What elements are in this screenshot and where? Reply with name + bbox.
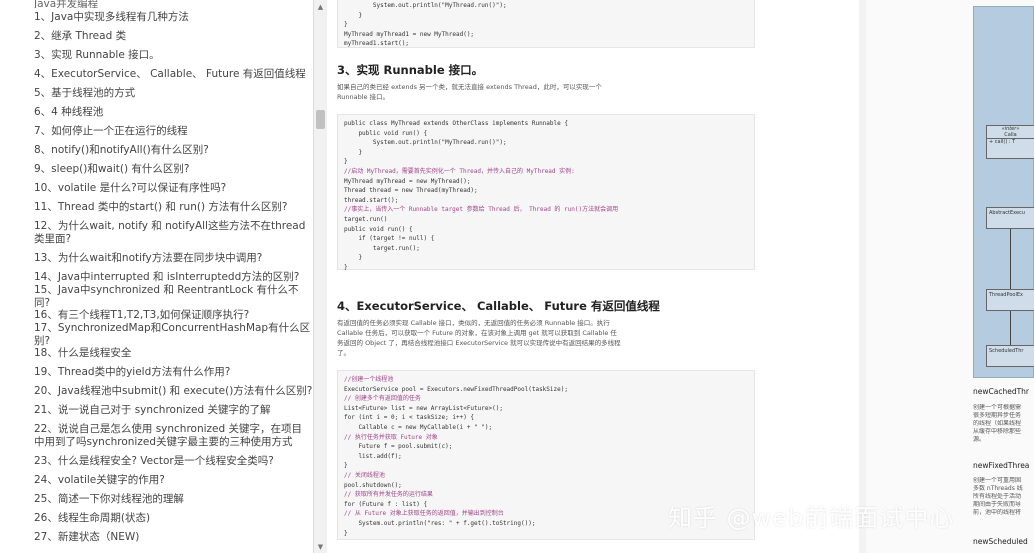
code-line: target.run() [344,215,388,223]
diagram-box-callable: «inter» Calla + call() : T [986,125,1034,159]
right-text-line: 前，池中的线程将 [973,509,1022,516]
section-heading-callable: 4、ExecutorService、 Callable、 Future 有返回值… [337,299,660,313]
toc-item[interactable]: 9、sleep()和wait() 有什么区别? [0,160,313,179]
code-line: ExecutorService pool = Executors.newFixe… [344,385,568,393]
toc-item[interactable]: 5、基于线程池的方式 [0,84,313,103]
class-diagram: «inter» Calla + call() : T AbstractExecu… [973,6,1034,378]
right-text-line: 创建一个可重用固 [973,477,1022,484]
code-line: System.out.println("MyThread.run()"); [344,2,507,9]
code-line: list.add(f); [344,452,402,460]
toc-item[interactable]: 7、如何停止一个正在运行的线程 [0,122,313,141]
code-line: // 关闭线程池 [344,471,385,479]
toc-item[interactable]: 6、4 种线程池 [0,103,313,122]
code-block-thread: System.out.println("MyThread.run()"); }}… [337,0,755,48]
right-heading-scheduled: newScheduled [973,537,1028,546]
scroll-down-arrow-icon[interactable]: ▼ [314,540,327,553]
diagram-connector [1010,229,1011,295]
code-line: //启动 MyThread，需要首先实例化一个 Thread，并传入自己的 My… [344,167,575,175]
code-line: public class MyThread extends OtherClass… [344,120,568,127]
toc-item[interactable]: 15、Java中synchronized 和 ReentrantLock 有什么… [0,284,313,309]
code-line: } [344,21,348,29]
toc-scrollbar[interactable]: ▲ ▼ [313,0,327,553]
right-text-line: 源。 [973,436,986,443]
right-text-line: 所有线程处于活动 [973,493,1022,500]
code-line: MyThread myThread1 = new MyThread(); [344,30,475,38]
code-line: thread.start(); [344,196,399,204]
diagram-connector [1010,311,1011,347]
code-line: for (int i = 0; i < taskSize; i++) { [344,414,475,422]
toc-item[interactable]: 4、ExecutorService、 Callable、 Future 有返回值… [0,65,313,84]
toc-item[interactable]: 23、什么是线程安全? Vector是一个线程安全类吗? [0,452,313,471]
code-line: System.out.println("MyThread.run()"); [344,139,507,147]
code-line: } [344,263,348,271]
toc-item[interactable]: 17、SynchronizedMap和ConcurrentHashMap有什么区… [0,322,313,347]
code-line: Thread thread = new Thread(myThread); [344,187,478,195]
toc-item[interactable]: 27、新建状态（NEW) [0,528,313,547]
toc-item[interactable]: 2、继承 Thread 类 [0,27,313,46]
scrollbar-thumb[interactable] [316,110,325,129]
toc-item[interactable]: 12、为什么wait, notify 和 notifyAll这些方法不在thre… [0,217,313,249]
right-text-cached: 创建一个可根据需 很多短期异步任务 的线程（如果线程 从缓存中移除那些 源。 [866,404,1021,444]
toc-item[interactable]: 26、线程生命周期(状态) [0,509,313,528]
code-line: public void run() { [344,225,413,233]
toc-item[interactable]: 19、Thread类中的yield方法有什么作用? [0,363,313,382]
toc-item[interactable]: 3、实现 Runnable 接口。 [0,46,313,65]
diagram-box-scheduled: ScheduledThr [986,345,1034,367]
right-heading-cached: newCachedThr [973,387,1030,396]
code-line: } [344,254,363,262]
code-block-runnable: public class MyThread extends OtherClass… [337,114,755,271]
toc-item[interactable]: 20、Java线程池中submit() 和 execute()方法有什么区别? [0,382,313,401]
code-line: // 执行任务并获取 Future 对象 [344,433,438,441]
toc-item[interactable]: 8、notify()和notifyAll()有什么区别? [0,141,313,160]
toc-item[interactable]: 21、说一说自己对于 synchronized 关键字的了解 [0,401,313,420]
toc-item[interactable]: 11、Thread 类中的start() 和 run() 方法有什么区别? [0,198,313,217]
toc-item[interactable]: 10、volatile 是什么?可以保证有序性吗? [0,179,313,198]
toc-header: Java并发编程 [34,0,99,8]
code-line: MyThread myThread = new MyThread(); [344,177,471,185]
right-text-line: 多数 nThreads 线 [973,485,1023,492]
right-pane: «inter» Calla + call() : T AbstractExecu… [866,0,1034,553]
code-line: } [344,11,363,19]
code-line: } [344,462,348,470]
toc-item[interactable]: 13、为什么wait和notify方法要在同步块中调用? [0,249,313,268]
code-line: public void run() { [344,129,428,137]
toc-item[interactable]: 22、说说自己是怎么使用 synchronized 关键字，在项目中用到了吗sy… [0,420,313,452]
right-text-line: 很多短期异步任务 [973,412,1022,419]
code-line: myThread1.start(); [344,40,410,48]
right-text-line: 从缓存中移除那些 [973,428,1022,435]
code-line: //事实上，当传入一个 Runnable target 参数给 Thread 后… [344,206,619,214]
code-line: if (target != null) { [344,235,435,243]
right-text-line: 创建一个可根据需 [973,404,1022,411]
code-line: Callable c = new MyCallable(i + " "); [344,423,493,431]
code-line: } [344,148,363,156]
toc-item[interactable]: 25、简述一下你对线程池的理解 [0,490,313,509]
toc-sidebar: Java并发编程 1、Java中实现多线程有几种方法 2、继承 Thread 类3… [0,0,314,553]
diagram-box-abstractexecutor: AbstractExecu [986,207,1034,229]
code-line: Future f = pool.submit(c); [344,443,453,451]
right-text-line: 期间由于失败而导 [973,501,1022,508]
zhihu-watermark: 知乎 @web前端面试中心 [668,504,955,532]
toc-item[interactable]: 24、volatile关键字的作用? [0,471,313,490]
scroll-up-arrow-icon[interactable]: ▲ [314,0,327,13]
code-line: // 创建多个有返回值的任务 [344,395,421,403]
code-line: target.run(); [344,244,420,252]
toc-list: 1、Java中实现多线程有几种方法 2、继承 Thread 类 3、实现 Runna… [0,8,313,547]
right-heading-fixed: newFixedThrea [973,461,1030,470]
code-line: //创建一个线程池 [344,376,394,383]
section-heading-runnable: 3、实现 Runnable 接口。 [337,63,484,77]
code-line: pool.shutdown(); [344,481,402,489]
diagram-box-threadpoolexecutor: ThreadPoolEx [986,289,1034,311]
code-line: } [344,158,348,166]
section-text-runnable: 如果自己的类已经 extends 另一个类，就无法直接 extends Thre… [337,83,602,101]
code-line: List<Future> list = new ArrayList<Future… [344,404,503,412]
diagram-box-method: + call() : T [987,138,1034,145]
right-text-line: 的线程（如果线程 [973,420,1022,427]
toc-item[interactable]: 1、Java中实现多线程有几种方法 [0,8,313,27]
article-body: System.out.println("MyThread.run()"); }}… [327,0,859,553]
section-text-callable: 有返回值的任务必须实现 Callable 接口，类似的，无返回值的任务必须 Ru… [337,319,621,357]
